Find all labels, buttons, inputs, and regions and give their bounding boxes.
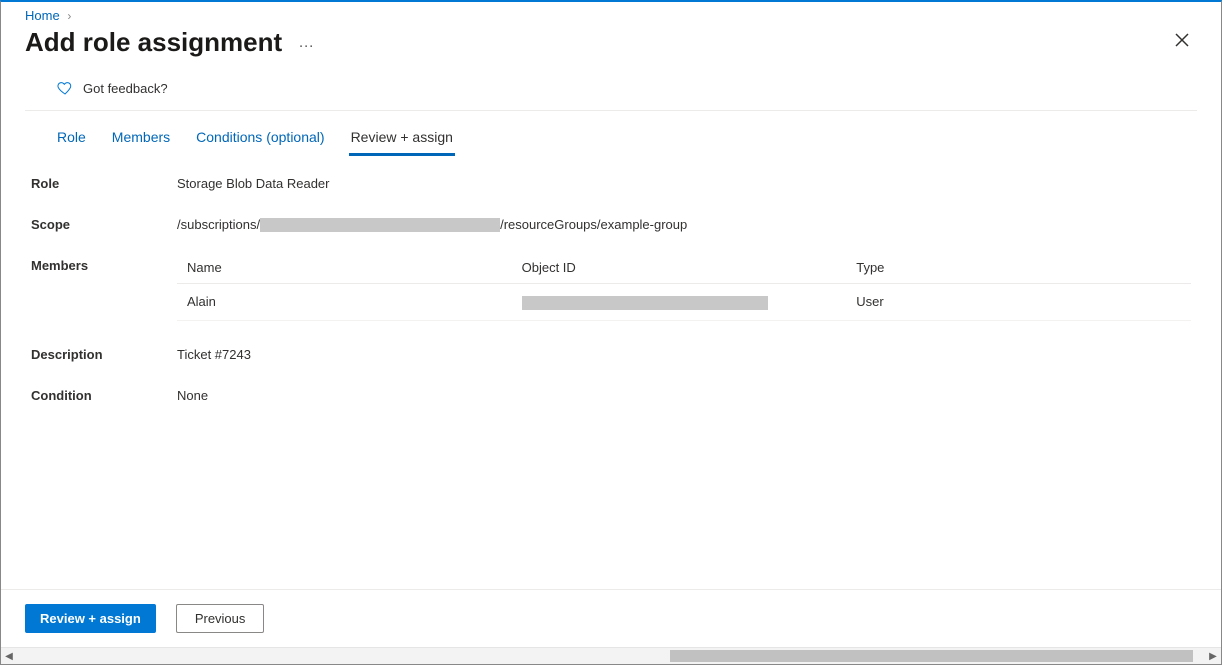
objectid-redacted bbox=[522, 296, 768, 310]
members-table: Name Object ID Type Alain User bbox=[177, 252, 1191, 321]
value-description: Ticket #7243 bbox=[177, 343, 1191, 362]
tab-role[interactable]: Role bbox=[55, 129, 88, 156]
value-condition: None bbox=[177, 384, 1191, 403]
scroll-track[interactable] bbox=[17, 648, 1205, 664]
previous-button[interactable]: Previous bbox=[176, 604, 265, 633]
members-header-objectid: Object ID bbox=[512, 252, 847, 284]
members-header-name: Name bbox=[177, 252, 512, 284]
close-button[interactable] bbox=[1167, 29, 1197, 56]
scope-subscription-redacted bbox=[260, 218, 500, 232]
member-type: User bbox=[846, 284, 1191, 321]
member-objectid bbox=[512, 284, 847, 321]
feedback-label: Got feedback? bbox=[83, 81, 168, 96]
member-name: Alain bbox=[177, 284, 512, 321]
label-role: Role bbox=[31, 172, 177, 191]
scroll-right-icon[interactable]: ▶ bbox=[1205, 651, 1221, 662]
scope-prefix: /subscriptions/ bbox=[177, 217, 260, 232]
review-assign-button[interactable]: Review + assign bbox=[25, 604, 156, 633]
page-title: Add role assignment bbox=[25, 27, 282, 58]
tab-members[interactable]: Members bbox=[110, 129, 172, 156]
footer: Review + assign Previous bbox=[1, 589, 1221, 647]
close-icon bbox=[1175, 33, 1189, 47]
value-scope: /subscriptions/ /resourceGroups/example-… bbox=[177, 213, 1191, 232]
horizontal-scrollbar[interactable]: ◀ ▶ bbox=[1, 647, 1221, 664]
value-role: Storage Blob Data Reader bbox=[177, 172, 1191, 191]
table-row: Alain User bbox=[177, 284, 1191, 321]
breadcrumb-home-link[interactable]: Home bbox=[25, 8, 60, 23]
label-scope: Scope bbox=[31, 213, 177, 232]
tab-conditions[interactable]: Conditions (optional) bbox=[194, 129, 326, 156]
tab-review-assign[interactable]: Review + assign bbox=[349, 129, 455, 156]
tabs: Role Members Conditions (optional) Revie… bbox=[25, 111, 1197, 156]
label-members: Members bbox=[31, 254, 177, 273]
label-description: Description bbox=[31, 343, 177, 362]
more-actions-button[interactable]: … bbox=[298, 34, 315, 52]
scroll-thumb[interactable] bbox=[670, 650, 1193, 662]
breadcrumb: Home › bbox=[1, 2, 1221, 23]
scroll-left-icon[interactable]: ◀ bbox=[1, 651, 17, 662]
scope-suffix: /resourceGroups/example-group bbox=[500, 217, 687, 232]
feedback-link[interactable]: Got feedback? bbox=[25, 66, 1197, 111]
heart-icon bbox=[57, 80, 73, 96]
label-condition: Condition bbox=[31, 384, 177, 403]
breadcrumb-separator-icon: › bbox=[67, 9, 71, 23]
members-header-type: Type bbox=[846, 252, 1191, 284]
